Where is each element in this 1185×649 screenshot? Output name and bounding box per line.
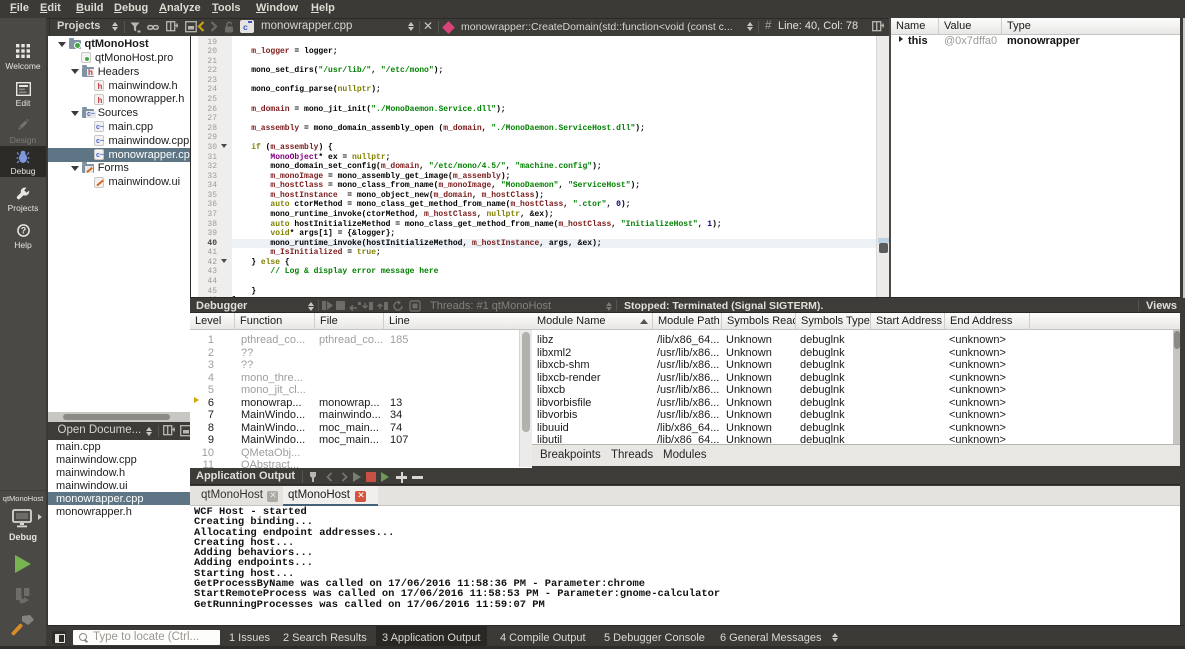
svg-text:?: ? bbox=[21, 226, 27, 236]
